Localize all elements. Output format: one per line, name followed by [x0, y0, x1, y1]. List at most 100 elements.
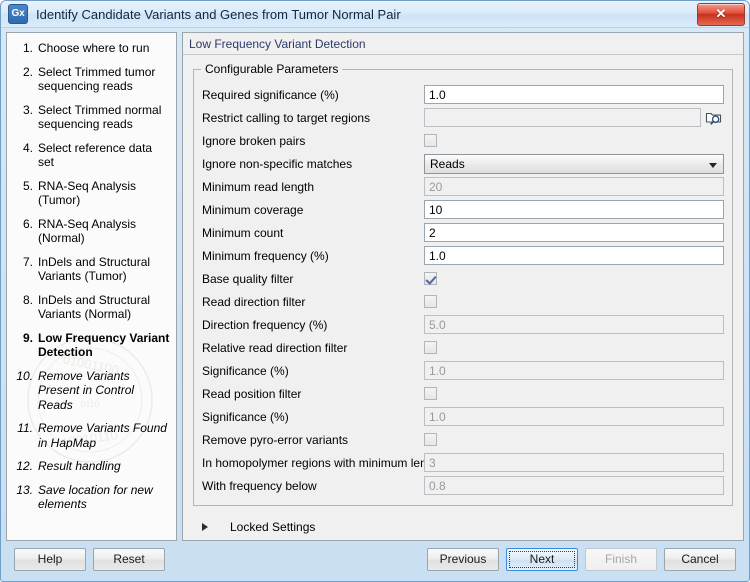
step-number: 3.	[22, 102, 33, 117]
close-icon: ✕	[715, 6, 727, 21]
parameter-row-read-direction-filter: Read direction filter	[202, 290, 724, 313]
minimum-frequency-label: Minimum frequency (%)	[202, 248, 329, 263]
previous-button[interactable]: Previous	[427, 547, 499, 571]
with-frequency-below-field	[424, 476, 724, 495]
ignore-broken-pairs-field	[424, 134, 724, 147]
step-number: 4.	[22, 140, 33, 155]
read-position-significance-field	[424, 407, 724, 426]
title-bar: Gx Identify Candidate Variants and Genes…	[1, 1, 749, 28]
step-label: RNA-Seq Analysis (Tumor)	[38, 178, 137, 208]
step-number: 13.	[16, 482, 33, 497]
minimum-count-input[interactable]	[424, 223, 724, 242]
step-number: 12.	[16, 459, 33, 473]
close-button[interactable]: ✕	[697, 3, 745, 26]
chevron-right-icon	[202, 523, 208, 531]
ignore-broken-pairs-checkbox[interactable]	[424, 134, 437, 147]
sidebar-step-2[interactable]: 2. Select Trimmed tumor sequencing reads	[11, 65, 170, 94]
required-significance-field	[424, 85, 724, 104]
relative-read-direction-significance-field	[424, 361, 724, 380]
parameter-row-relative-read-direction-significance: Significance (%)	[202, 359, 724, 382]
help-button[interactable]: Help	[14, 547, 86, 571]
parameter-row-base-quality-filter: Base quality filter	[202, 267, 724, 290]
restrict-calling-target-regions-label: Restrict calling to target regions	[202, 110, 371, 125]
sidebar-step-9[interactable]: 9. Low Frequency Variant Detection	[11, 331, 170, 360]
remove-pyro-error-variants-checkbox[interactable]	[424, 433, 437, 446]
minimum-coverage-label: Minimum coverage	[202, 202, 304, 217]
parameter-row-ignore-non-specific-matches: Ignore non-specific matches Reads	[202, 152, 724, 175]
sidebar-step-6[interactable]: 6. RNA-Seq Analysis (Normal)	[11, 217, 170, 246]
step-label: InDels and Structural Variants (Normal)	[38, 292, 151, 322]
sidebar-step-5[interactable]: 5. RNA-Seq Analysis (Tumor)	[11, 179, 170, 208]
base-quality-filter-label: Base quality filter	[202, 271, 294, 286]
parameter-row-read-position-significance: Significance (%)	[202, 405, 724, 428]
chevron-down-icon	[709, 162, 717, 168]
dialog-content: 01001100 10010110 0110 1. Choose where to…	[1, 28, 749, 581]
wizard-step-list: 1. Choose where to run 2. Select Trimmed tu…	[7, 33, 176, 512]
required-significance-input[interactable]	[424, 85, 724, 104]
parameter-row-homopolymer-minimum-length: In homopolymer regions with minimum leng…	[202, 451, 724, 474]
relative-read-direction-filter-label: Relative read direction filter	[202, 340, 348, 355]
ignore-non-specific-matches-combobox[interactable]: Reads	[424, 153, 724, 174]
step-label: RNA-Seq Analysis (Normal)	[38, 216, 137, 246]
parameter-row-ignore-broken-pairs: Ignore broken pairs	[202, 129, 724, 152]
browse-folder-search-icon[interactable]	[704, 108, 724, 127]
step-number: 8.	[22, 292, 33, 307]
step-label: Low Frequency Variant Detection	[38, 330, 170, 360]
sidebar-step-13[interactable]: 13. Save location for new elements	[11, 483, 170, 512]
step-label: Remove Variants Found in HapMap	[38, 421, 167, 450]
with-frequency-below-label: With frequency below	[202, 478, 317, 493]
sidebar-step-4[interactable]: 4. Select reference data set	[11, 141, 170, 170]
required-significance-label: Required significance (%)	[202, 87, 339, 102]
panel-body: Configurable Parameters Required signifi…	[183, 55, 743, 540]
locked-settings-toggle[interactable]: Locked Settings	[197, 520, 735, 534]
locked-settings-label: Locked Settings	[230, 520, 316, 534]
remove-pyro-error-variants-label: Remove pyro-error variants	[202, 432, 349, 447]
next-button[interactable]: Next	[506, 547, 578, 571]
relative-read-direction-filter-field	[424, 341, 724, 354]
ignore-non-specific-matches-selected-value: Reads	[430, 156, 465, 171]
restrict-calling-target-regions-browse-wrap	[424, 108, 724, 127]
minimum-count-label: Minimum count	[202, 225, 284, 240]
read-position-significance-input	[424, 407, 724, 426]
step-label: Select Trimmed normal sequencing reads	[38, 102, 162, 132]
configurable-parameters-group: Configurable Parameters Required signifi…	[193, 62, 733, 506]
relative-read-direction-filter-checkbox[interactable]	[424, 341, 437, 354]
parameter-row-read-position-filter: Read position filter	[202, 382, 724, 405]
parameter-row-with-frequency-below: With frequency below	[202, 474, 724, 497]
reset-button[interactable]: Reset	[93, 547, 165, 571]
step-label: Select reference data set	[38, 140, 153, 170]
read-position-significance-label: Significance (%)	[202, 409, 289, 424]
wizard-step-sidebar: 01001100 10010110 0110 1. Choose where to…	[6, 32, 177, 541]
group-title: Configurable Parameters	[201, 62, 343, 76]
parameter-row-minimum-count: Minimum count	[202, 221, 724, 244]
parameter-row-minimum-read-length: Minimum read length	[202, 175, 724, 198]
minimum-count-field	[424, 223, 724, 242]
sidebar-step-8[interactable]: 8. InDels and Structural Variants (Normal…	[11, 293, 170, 322]
direction-frequency-field	[424, 315, 724, 334]
base-quality-filter-checkbox[interactable]	[424, 272, 437, 285]
minimum-frequency-input[interactable]	[424, 246, 724, 265]
sidebar-step-12[interactable]: 12. Result handling	[11, 459, 170, 474]
step-number: 1.	[22, 41, 33, 55]
step-number: 11.	[17, 421, 33, 435]
dialog-footer: Help Reset Previous Next Finish Cancel	[6, 541, 744, 577]
parameter-row-direction-frequency: Direction frequency (%)	[202, 313, 724, 336]
restrict-calling-target-regions-field	[424, 108, 724, 127]
step-label: InDels and Structural Variants (Tumor)	[38, 254, 151, 284]
parameter-row-relative-read-direction-filter: Relative read direction filter	[202, 336, 724, 359]
parameter-row-restrict-calling-target-regions: Restrict calling to target regions	[202, 106, 724, 129]
sidebar-step-3[interactable]: 3. Select Trimmed normal sequencing reads	[11, 103, 170, 132]
sidebar-step-1[interactable]: 1. Choose where to run	[11, 41, 170, 56]
restrict-calling-target-regions-input	[424, 108, 701, 127]
step-number: 7.	[22, 254, 33, 269]
read-direction-filter-checkbox[interactable]	[424, 295, 437, 308]
parameter-row-remove-pyro-error-variants: Remove pyro-error variants	[202, 428, 724, 451]
read-position-filter-checkbox[interactable]	[424, 387, 437, 400]
wizard-dialog: Gx Identify Candidate Variants and Genes…	[0, 0, 750, 582]
cancel-button[interactable]: Cancel	[664, 547, 736, 571]
sidebar-step-7[interactable]: 7. InDels and Structural Variants (Tumor)	[11, 255, 170, 284]
sidebar-step-10[interactable]: 10. Remove Variants Present in Control Re…	[11, 369, 170, 413]
sidebar-step-11[interactable]: 11. Remove Variants Found in HapMap	[11, 421, 170, 450]
minimum-coverage-input[interactable]	[424, 200, 724, 219]
parameter-row-required-significance: Required significance (%)	[202, 83, 724, 106]
